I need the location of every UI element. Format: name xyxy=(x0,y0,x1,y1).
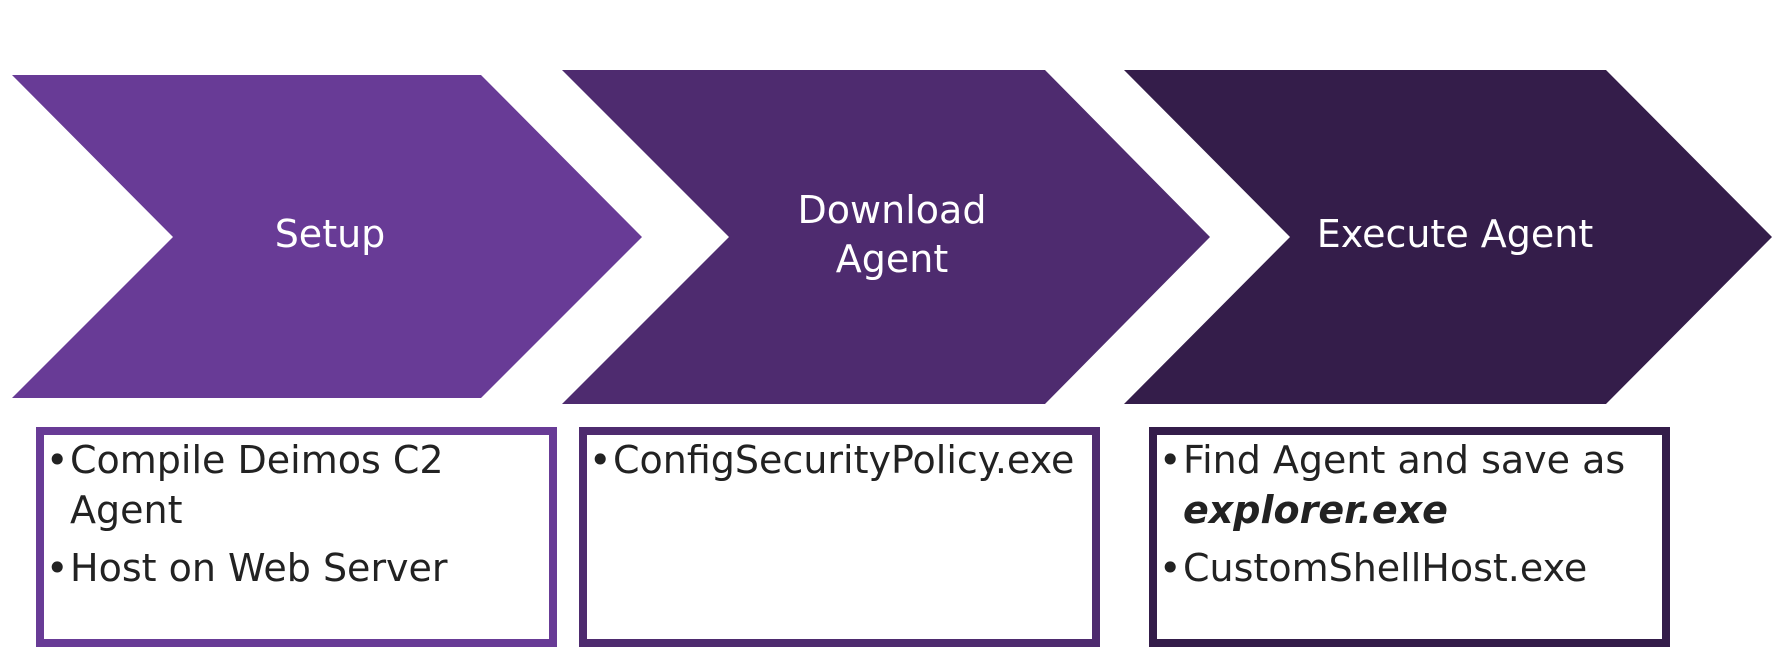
bullet-emphasis-filename: explorer.exe xyxy=(1183,488,1448,533)
list-item: Find Agent and save as explorer.exe xyxy=(1159,435,1658,535)
download-agent-detail-box: ConfigSecurityPolicy.exe xyxy=(579,427,1100,647)
step-title-download-agent: Download Agent xyxy=(742,186,1042,285)
list-item: Host on Web Server xyxy=(46,543,545,593)
list-item: Compile Deimos C2 Agent xyxy=(46,435,545,535)
execute-agent-bullet-list: Find Agent and save as explorer.exe Cust… xyxy=(1159,435,1658,594)
step-title-line: Download xyxy=(797,188,987,232)
download-agent-bullet-list: ConfigSecurityPolicy.exe xyxy=(589,435,1088,485)
execute-agent-detail-box: Find Agent and save as explorer.exe Cust… xyxy=(1149,427,1670,647)
bullet-text: Find Agent and save as xyxy=(1183,438,1626,482)
step-title-line: Setup xyxy=(274,212,386,256)
list-item: ConfigSecurityPolicy.exe xyxy=(589,435,1088,485)
step-title-setup: Setup xyxy=(180,210,480,259)
step-title-line: Agent xyxy=(835,237,949,282)
list-item: CustomShellHost.exe xyxy=(1159,543,1658,593)
step-title-line: Execute Agent xyxy=(1316,212,1594,256)
setup-detail-box: Compile Deimos C2 Agent Host on Web Serv… xyxy=(36,427,557,647)
setup-bullet-list: Compile Deimos C2 Agent Host on Web Serv… xyxy=(46,435,545,594)
step-title-execute-agent: Execute Agent xyxy=(1280,210,1630,259)
